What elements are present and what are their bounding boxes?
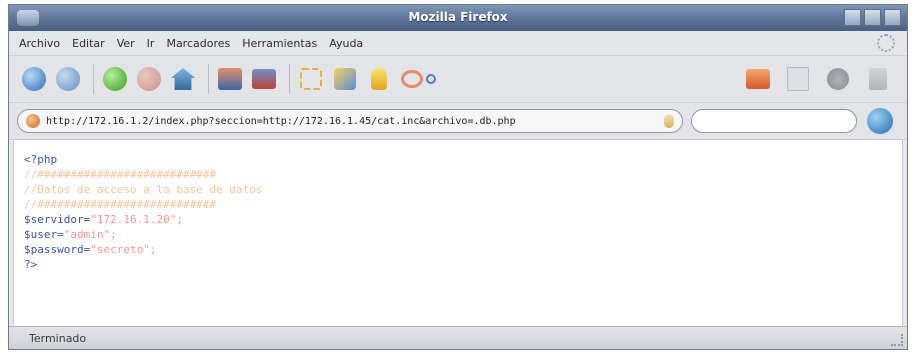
value-password: "secreto"; xyxy=(90,243,157,256)
menu-ayuda[interactable]: Ayuda xyxy=(329,37,363,50)
variable-user: $user= xyxy=(24,228,64,241)
reload-button[interactable] xyxy=(100,64,130,94)
back-icon xyxy=(22,67,46,91)
bookmark-button[interactable] xyxy=(296,64,326,94)
tips-button[interactable] xyxy=(364,64,394,94)
bookmark-icon xyxy=(300,68,322,90)
title-bar: Mozilla Firefox xyxy=(9,5,907,31)
page-content: <?php //########################### //Da… xyxy=(13,139,903,327)
print-button[interactable] xyxy=(743,64,773,94)
edit-button[interactable] xyxy=(330,64,360,94)
print-preview-button[interactable] xyxy=(249,64,279,94)
close-button[interactable] xyxy=(884,9,901,26)
edit-icon xyxy=(334,68,356,90)
variable-servidor: $servidor= xyxy=(24,213,91,226)
site-icon xyxy=(26,114,40,128)
settings-button[interactable] xyxy=(398,64,438,94)
back-button[interactable] xyxy=(19,64,49,94)
php-close-tag: ?> xyxy=(24,258,38,271)
trash-icon xyxy=(869,68,887,90)
stop-button[interactable] xyxy=(134,64,164,94)
copy-button[interactable] xyxy=(783,64,813,94)
tools-button[interactable] xyxy=(823,64,853,94)
home-button[interactable] xyxy=(168,64,198,94)
toolbar-separator xyxy=(289,64,290,94)
code-line-servidor: $servidor="172.16.1.20"; xyxy=(24,212,892,227)
menu-ir[interactable]: Ir xyxy=(147,37,155,50)
window-title: Mozilla Firefox xyxy=(408,10,508,24)
maximize-button[interactable] xyxy=(864,9,881,26)
navigation-toolbar xyxy=(9,56,907,103)
value-user: "admin"; xyxy=(63,228,117,241)
menu-marcadores[interactable]: Marcadores xyxy=(166,37,230,50)
tools-icon xyxy=(827,68,849,90)
throbber-icon xyxy=(877,34,895,52)
toolbar-separator xyxy=(208,64,209,94)
go-button[interactable] xyxy=(867,108,893,134)
tips-icon xyxy=(371,68,387,90)
print-icon xyxy=(746,69,770,89)
toolbar-separator xyxy=(93,64,94,94)
search-input[interactable] xyxy=(691,109,857,133)
code-comment: //########################### xyxy=(24,198,217,211)
resize-grip-icon[interactable] xyxy=(891,334,903,346)
menu-ver[interactable]: Ver xyxy=(117,37,135,50)
forward-button[interactable] xyxy=(53,64,83,94)
dropdown-arrow-icon[interactable] xyxy=(664,114,674,128)
mail-button[interactable] xyxy=(215,64,245,94)
minimize-button[interactable] xyxy=(844,9,861,26)
code-line-user: $user="admin"; xyxy=(24,227,892,242)
settings-icon xyxy=(400,70,423,88)
url-input[interactable]: http://172.16.1.2/index.php?seccion=http… xyxy=(17,109,683,133)
url-text: http://172.16.1.2/index.php?seccion=http… xyxy=(46,115,516,127)
menu-archivo[interactable]: Archivo xyxy=(19,37,60,50)
toolbar-right xyxy=(743,64,897,94)
code-comment: //########################### xyxy=(24,168,217,181)
window-controls xyxy=(844,9,901,26)
menu-bar: Archivo Editar Ver Ir Marcadores Herrami… xyxy=(9,31,907,56)
status-text: Terminado xyxy=(29,331,87,345)
code-line-password: $password="secreto"; xyxy=(24,242,892,257)
code-comment: //Datos de acceso a la base de datos xyxy=(24,183,263,196)
home-icon xyxy=(171,68,195,90)
browser-window: Mozilla Firefox Archivo Editar Ver Ir Ma… xyxy=(8,4,908,350)
variable-password: $password= xyxy=(24,243,91,256)
stop-icon xyxy=(137,67,161,91)
mail-icon xyxy=(218,68,242,90)
value-servidor: "172.16.1.20"; xyxy=(90,213,183,226)
menu-editar[interactable]: Editar xyxy=(72,37,105,50)
reload-icon xyxy=(103,67,127,91)
dropdown-dot-icon xyxy=(425,74,436,84)
php-open-tag: <?php xyxy=(24,153,58,166)
copy-icon xyxy=(787,67,809,91)
location-bar: http://172.16.1.2/index.php?seccion=http… xyxy=(9,103,907,140)
forward-icon xyxy=(56,67,80,91)
print-preview-icon xyxy=(252,69,276,89)
status-bar: Terminado xyxy=(9,326,907,349)
menu-herramientas[interactable]: Herramientas xyxy=(242,37,317,50)
trash-button[interactable] xyxy=(863,64,893,94)
